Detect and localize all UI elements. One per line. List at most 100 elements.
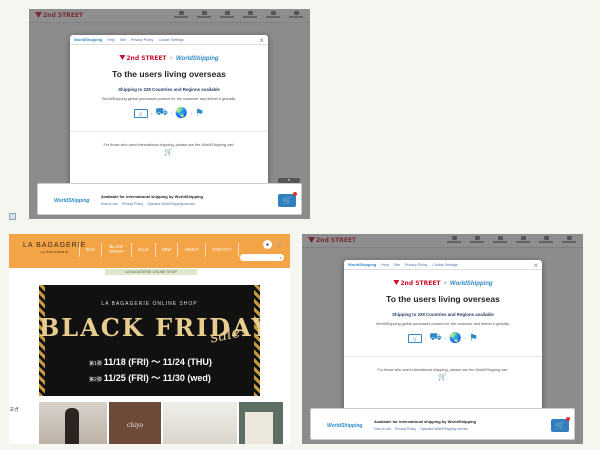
- lb-header-icons: ● 🛒: [263, 240, 284, 249]
- delivery-step-icon: ⚑: [469, 333, 479, 344]
- lb-nav-about[interactable]: ABOUT: [177, 243, 204, 257]
- logo-separator: ×: [169, 55, 174, 62]
- lb-header: LA BAGAGERIE LA BAGAGERIE BAG BLACK FRIDA…: [9, 234, 290, 268]
- screenshot-2ndstreet-right: 2nd STREET WorldShipping Help Site Priva…: [302, 234, 583, 444]
- arrow-right-icon: ›: [170, 111, 173, 116]
- lb-page: LA BAGAGERIE ONLINE SHOP LA BAGAGERIE ON…: [9, 268, 290, 444]
- modal-heading: To the users living overseas: [112, 69, 226, 79]
- cart-icon[interactable]: 🛒: [438, 373, 447, 381]
- logo-2ndstreet: 2nd STREET: [393, 280, 441, 287]
- promo-top-text: LA BAGAGERIE ONLINE SHOP: [101, 301, 198, 307]
- photo-model[interactable]: [39, 402, 107, 444]
- screenshot-2ndstreet-top: 2nd STREET WorldShipping Help Site Priva…: [29, 9, 310, 219]
- arrow-right-icon: ›: [150, 111, 153, 116]
- link-help[interactable]: Help: [107, 38, 114, 42]
- logo-worldshipping: WorldShipping: [450, 280, 493, 287]
- photo-label: chiyo: [126, 422, 144, 429]
- arrow-right-icon: ›: [464, 336, 467, 341]
- bottom-bar-links: How to use Privacy Policy Operator World…: [374, 427, 468, 431]
- photo-white[interactable]: [163, 402, 237, 444]
- modal-divider: [70, 131, 268, 132]
- link-privacy-policy[interactable]: Privacy Policy: [122, 202, 143, 206]
- bottom-bar-title: Available for international shipping by …: [101, 194, 204, 199]
- cart-icon: 🛒: [282, 196, 292, 205]
- cart-step-icon: 🛒: [407, 334, 422, 343]
- photo-bag[interactable]: chiyo: [109, 402, 161, 444]
- lb-nav-black-friday[interactable]: BLACK FRIDAY: [100, 243, 131, 257]
- link-privacy-policy[interactable]: Privacy Policy: [395, 427, 416, 431]
- warehouse-step-icon: ⛟: [155, 107, 168, 118]
- modal-heading: To the users living overseas: [386, 294, 500, 304]
- lb-nav-new[interactable]: NEW: [154, 243, 178, 257]
- link-cookie[interactable]: Cookie Settings: [432, 263, 457, 267]
- modal-divider: [344, 356, 542, 357]
- link-site[interactable]: Site: [120, 38, 126, 42]
- logo-separator: ×: [443, 280, 448, 287]
- worldshipping-bottom-bar: Available for international shipping by …: [37, 183, 302, 215]
- link-site[interactable]: Site: [394, 263, 400, 267]
- modal-topbar: WorldShipping Help Site Privacy Policy C…: [344, 260, 542, 270]
- worldshipping-modal: WorldShipping Help Site Privacy Policy C…: [344, 260, 542, 418]
- close-icon[interactable]: ×: [259, 36, 264, 45]
- promo-phase1: 第1弾 11/18 (FRI) 〜 11/24 (THU): [89, 357, 212, 367]
- search-input[interactable]: ⌕: [240, 254, 284, 261]
- link-help[interactable]: Help: [381, 263, 388, 267]
- modal-topbar-brand: WorldShipping: [348, 262, 377, 267]
- logo-worldshipping: WorldShipping: [176, 55, 219, 62]
- link-operator[interactable]: Operator WorldShipping service: [420, 427, 468, 431]
- worldshipping-bottom-bar: Available for international shipping by …: [310, 408, 575, 440]
- lb-nav-contact[interactable]: CONTACT: [204, 243, 239, 257]
- link-operator[interactable]: Operator WorldShipping service: [147, 202, 195, 206]
- cart-badge: [293, 192, 297, 196]
- screenshot-labagagerie: LA BAGAGERIE LA BAGAGERIE BAG BLACK FRIDA…: [9, 234, 290, 444]
- modal-topbar-brand: WorldShipping: [74, 37, 103, 42]
- modal-note: For those who want international shippin…: [103, 143, 235, 147]
- cart-button[interactable]: 🛒: [551, 419, 569, 432]
- bottom-bar-title: Available for international shipping by …: [374, 419, 477, 424]
- lb-section-label: ヨガ: [9, 407, 20, 413]
- user-icon[interactable]: ●: [263, 240, 272, 249]
- modal-subheading: Shipping to 228 Countries and Regions av…: [392, 312, 494, 317]
- cart-badge: [566, 417, 570, 421]
- logo-2ndstreet: 2nd STREET: [119, 55, 167, 62]
- lb-nav-bag[interactable]: BAG: [79, 243, 101, 257]
- cart-button[interactable]: 🛒: [278, 194, 296, 207]
- lb-banner-title: LA BAGAGERIE ONLINE SHOP: [105, 269, 197, 275]
- modal-description: WorldShipping global purchases product f…: [102, 97, 236, 101]
- modal-logos: 2nd STREET × WorldShipping: [344, 280, 542, 287]
- modal-note: For those who want international shippin…: [377, 368, 509, 372]
- modal-logos: 2nd STREET × WorldShipping: [70, 55, 268, 62]
- photo-teal[interactable]: [239, 402, 283, 444]
- black-friday-banner[interactable]: LA BAGAGERIE ONLINE SHOP BLACK FRIDAY sa…: [39, 285, 260, 396]
- lb-nav-sale[interactable]: SALE: [130, 243, 155, 257]
- link-cookie[interactable]: Cookie Settings: [158, 38, 183, 42]
- lb-nav: BAG BLACK FRIDAY SALE NEW ABOUT CONTACT: [79, 243, 239, 257]
- close-icon[interactable]: ×: [533, 261, 538, 270]
- arrow-right-icon: ›: [444, 336, 447, 341]
- arrow-right-icon: ›: [190, 111, 193, 116]
- bottom-bar-links: How to use Privacy Policy Operator World…: [101, 202, 195, 206]
- globe-step-icon: 🌏: [449, 333, 462, 344]
- promo-phase2: 第2弾 11/25 (FRI) 〜 11/30 (wed): [89, 373, 211, 383]
- arrow-right-icon: ›: [424, 336, 427, 341]
- lb-photo-row: ヨガ chiyo: [9, 402, 290, 444]
- warehouse-step-icon: ⛟: [429, 332, 442, 343]
- cart-icon[interactable]: 🛒: [275, 240, 284, 249]
- process-steps: 🛒 › ⛟ › 🌏 › ⚑: [344, 332, 542, 345]
- broken-image-icon: [9, 213, 16, 220]
- cart-icon[interactable]: 🛒: [164, 148, 173, 156]
- link-privacy[interactable]: Privacy Policy: [131, 38, 153, 42]
- modal-subheading: Shipping to 228 Countries and Regions av…: [118, 87, 220, 92]
- search-icon: ⌕: [279, 255, 282, 260]
- cart-icon: 🛒: [555, 421, 565, 430]
- modal-description: WorldShipping global purchases product f…: [376, 322, 510, 326]
- cart-step-icon: 🛒: [133, 109, 148, 118]
- process-steps: 🛒 › ⛟ › 🌏 › ⚑: [70, 107, 268, 120]
- modal-topbar: WorldShipping Help Site Privacy Policy C…: [70, 35, 268, 45]
- link-how-to-use[interactable]: How to use: [374, 427, 391, 431]
- link-privacy[interactable]: Privacy Policy: [405, 263, 427, 267]
- lb-logo[interactable]: LA BAGAGERIE LA BAGAGERIE: [23, 242, 86, 254]
- globe-step-icon: 🌏: [175, 108, 188, 119]
- worldshipping-modal: WorldShipping Help Site Privacy Policy C…: [70, 35, 268, 193]
- link-how-to-use[interactable]: How to use: [101, 202, 118, 206]
